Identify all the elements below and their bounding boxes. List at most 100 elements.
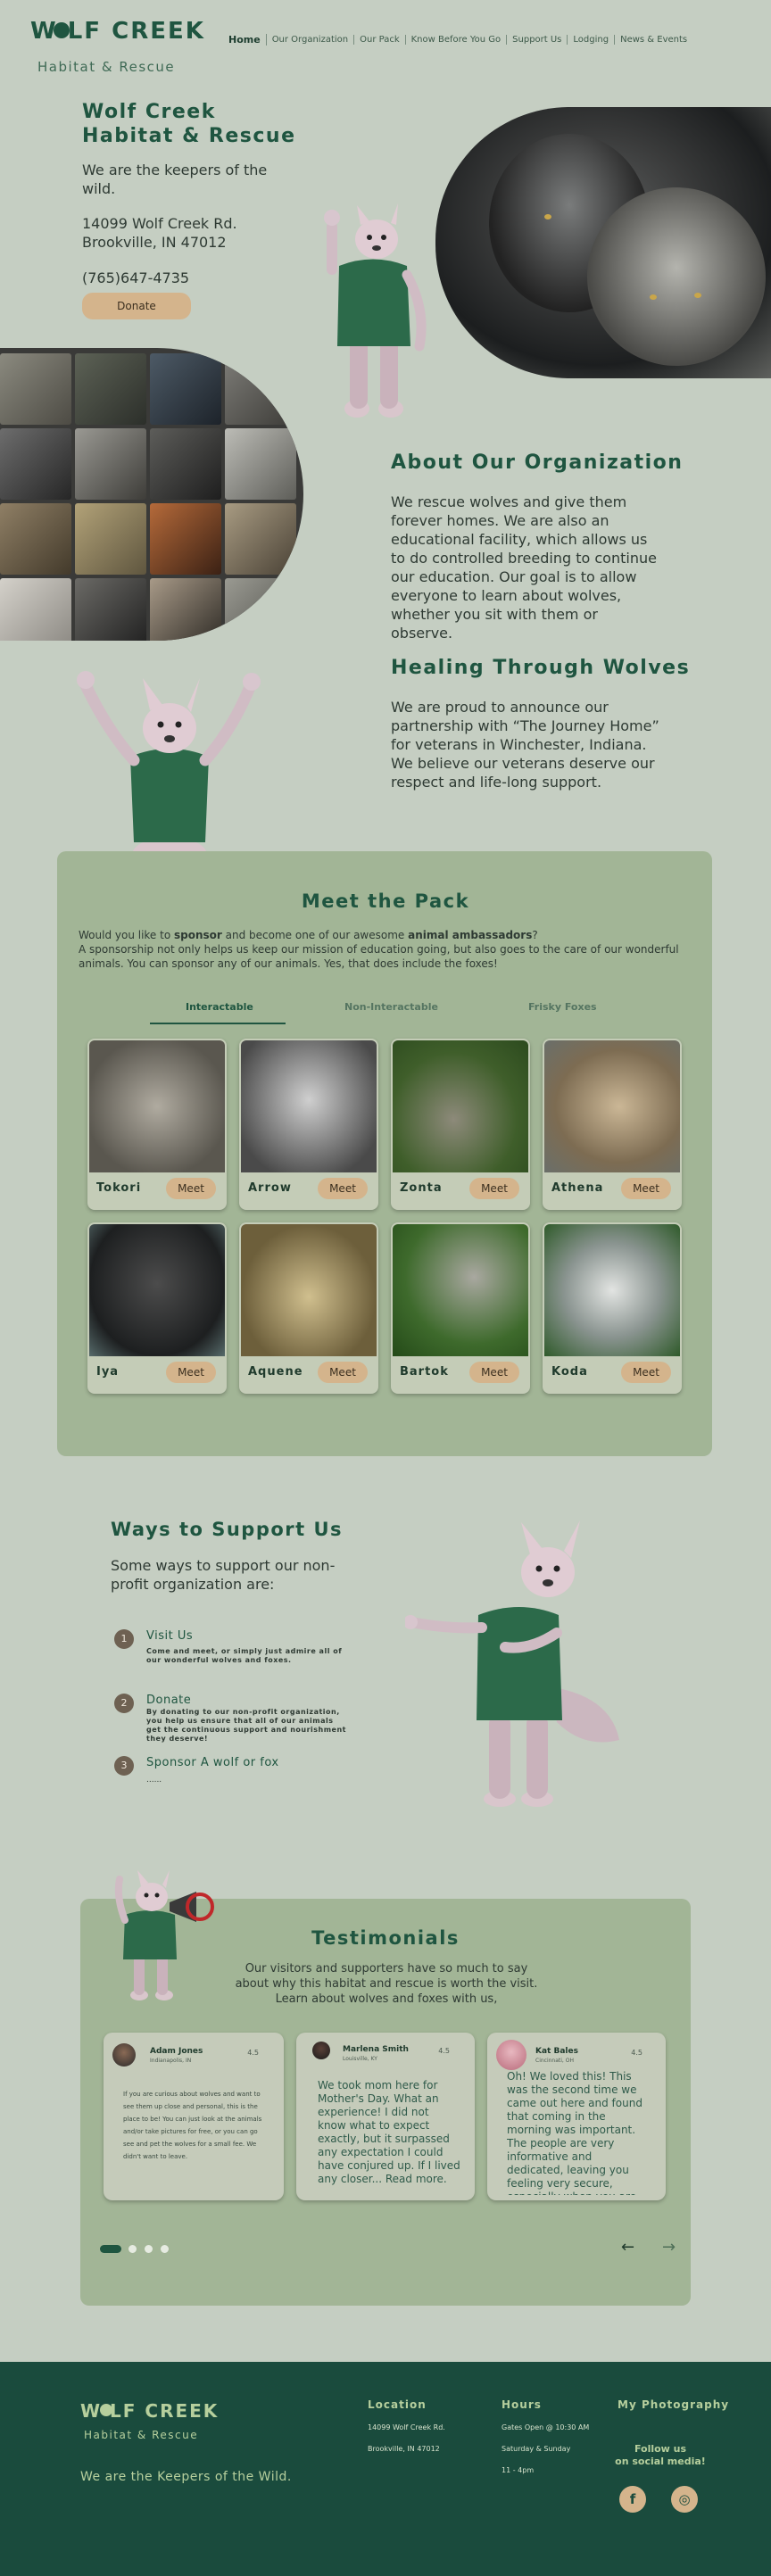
animal-name: Zonta (400, 1181, 443, 1195)
animal-name: Arrow (248, 1181, 292, 1195)
address-line1: 14099 Wolf Creek Rd. (82, 215, 237, 232)
hero-address: 14099 Wolf Creek Rd. Brookville, IN 4701… (82, 214, 237, 252)
testimonials-intro: Our visitors and supporters have so much… (235, 1962, 538, 2006)
reviewer-location: Indianapolis, IN (150, 2058, 192, 2064)
testimonial-card: Adam Jones Indianapolis, IN 4.5 If you a… (104, 2033, 284, 2200)
instagram-icon[interactable]: ◎ (671, 2486, 698, 2513)
animal-photo (393, 1040, 528, 1172)
nav-know-before-you-go[interactable]: Know Before You Go (406, 35, 508, 45)
collage-photo (150, 578, 221, 641)
animal-card[interactable]: Tokori Meet (87, 1039, 227, 1210)
collage-photo (225, 428, 296, 500)
meet-button[interactable]: Meet (621, 1362, 671, 1383)
animal-photo (89, 1224, 225, 1356)
support-item-title[interactable]: Donate (146, 1694, 191, 1707)
footer-location-line1: 14099 Wolf Creek Rd. (368, 2423, 445, 2431)
step-number: 1 (114, 1629, 134, 1649)
animal-name: Koda (551, 1365, 588, 1379)
animal-name: Bartok (400, 1365, 449, 1379)
meet-button[interactable]: Meet (621, 1178, 671, 1199)
pack-intro-line1: Would you like to sponsor and become one… (79, 928, 694, 942)
testimonials-heading: Testimonials (311, 1927, 460, 1949)
support-item-title[interactable]: Visit Us (146, 1629, 193, 1643)
animal-card[interactable]: Iya Meet (87, 1222, 227, 1394)
reviewer-name: Marlena Smith (343, 2045, 409, 2054)
collage-photo (0, 353, 71, 425)
nav-home[interactable]: Home (223, 34, 267, 46)
hero-phone[interactable]: (765)647-4735 (82, 269, 189, 286)
animal-name: Tokori (96, 1181, 142, 1195)
footer-wolf-logo-icon (100, 2404, 112, 2416)
support-item-desc: ...... (146, 1776, 162, 1785)
carousel-prev-arrow-icon[interactable]: ← (621, 2238, 634, 2257)
reviewer-location: Cincinnati, OH (535, 2058, 574, 2064)
pack-intro-text: and become one of our awesome (221, 929, 409, 941)
animal-card[interactable]: Zonta Meet (391, 1039, 530, 1210)
healing-body: We are proud to announce our partnership… (391, 699, 659, 791)
meet-button[interactable]: Meet (166, 1178, 216, 1199)
review-text: We took mom here for Mother's Day. What … (318, 2079, 460, 2185)
pack-intro-ambassadors: animal ambassadors (408, 929, 533, 941)
support-item-title[interactable]: Sponsor A wolf or fox (146, 1756, 279, 1769)
review-rating: 4.5 (438, 2047, 450, 2055)
nav-support-us[interactable]: Support Us (507, 35, 568, 45)
follow-line1: Follow us (634, 2443, 687, 2455)
animal-name: Aquene (248, 1365, 303, 1379)
testimonial-card: Marlena Smith Louisville, KY 4.5 We took… (296, 2033, 475, 2200)
nav-our-pack[interactable]: Our Pack (354, 35, 406, 45)
footer-hours-line2: Saturday & Sunday (502, 2445, 571, 2453)
collage-photo (75, 428, 146, 500)
tab-non-interactable[interactable]: Non-Interactable (344, 1001, 438, 1013)
meet-button[interactable]: Meet (469, 1178, 519, 1199)
address-line2: Brookville, IN 47012 (82, 234, 227, 251)
nav-news-events[interactable]: News & Events (615, 35, 692, 45)
footer-photography-link[interactable]: My Photography (618, 2398, 729, 2411)
footer-follow-text: Follow us on social media! (614, 2443, 707, 2468)
animal-name: Iya (96, 1365, 120, 1379)
about-body: We rescue wolves and give them forever h… (391, 493, 657, 642)
follow-line2: on social media! (615, 2456, 706, 2467)
carousel-dot[interactable] (145, 2245, 153, 2253)
meet-button[interactable]: Meet (318, 1362, 368, 1383)
animal-photo (241, 1224, 377, 1356)
collage-photo (0, 578, 71, 641)
pack-intro-sponsor: sponsor (174, 929, 222, 941)
footer-hours-line1: Gates Open @ 10:30 AM (502, 2423, 590, 2431)
nav-lodging[interactable]: Lodging (568, 35, 616, 45)
pack-intro-text: ? (532, 929, 538, 941)
animal-card[interactable]: Aquene Meet (239, 1222, 378, 1394)
tab-frisky-foxes[interactable]: Frisky Foxes (528, 1001, 597, 1013)
animal-card[interactable]: Koda Meet (543, 1222, 682, 1394)
nav-our-organization[interactable]: Our Organization (267, 35, 355, 45)
reviewer-location: Louisville, KY (343, 2056, 377, 2062)
carousel-dot-active[interactable] (100, 2245, 121, 2253)
review-text: Oh! We loved this! This was the second t… (507, 2070, 642, 2195)
footer-logo-subtitle: Habitat & Rescue (84, 2429, 199, 2441)
meet-button[interactable]: Meet (166, 1362, 216, 1383)
tab-interactable[interactable]: Interactable (186, 1001, 253, 1013)
animal-card[interactable]: Athena Meet (543, 1039, 682, 1210)
avatar (496, 2040, 526, 2070)
carousel-dot[interactable] (161, 2245, 169, 2253)
meet-button[interactable]: Meet (469, 1362, 519, 1383)
carousel-dot[interactable] (128, 2245, 137, 2253)
animal-card[interactable]: Arrow Meet (239, 1039, 378, 1210)
wolf-eye-2 (650, 294, 657, 300)
wolf-eye-3 (694, 293, 701, 298)
donate-button[interactable]: Donate (82, 293, 191, 319)
support-item-desc: Come and meet, or simply just admire all… (146, 1647, 343, 1664)
collage-photo (75, 578, 146, 641)
mascot-pointing-illustration (405, 1520, 619, 1807)
hero-title-line1: Wolf Creek (82, 101, 216, 123)
collage-photo (225, 578, 296, 641)
reviewer-name: Adam Jones (150, 2047, 203, 2056)
wolf-collage (0, 348, 303, 641)
animal-card[interactable]: Bartok Meet (391, 1222, 530, 1394)
meet-button[interactable]: Meet (318, 1178, 368, 1199)
animal-photo (544, 1040, 680, 1172)
facebook-icon[interactable]: f (619, 2486, 646, 2513)
animal-name: Athena (551, 1181, 604, 1195)
collage-photo (75, 353, 146, 425)
collage-photo (150, 428, 221, 500)
carousel-next-arrow-icon[interactable]: → (662, 2238, 676, 2257)
